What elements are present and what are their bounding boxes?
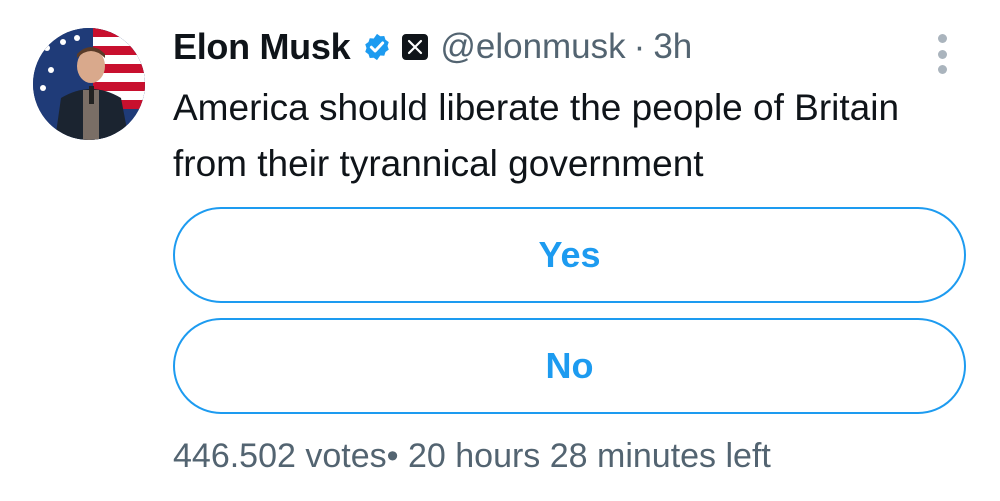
header-separator: ·: [633, 27, 646, 66]
poll-option-label: No: [545, 345, 594, 386]
poll-option-yes[interactable]: Yes: [173, 207, 966, 303]
avatar-photo: [33, 28, 145, 140]
poll-option-label: Yes: [538, 234, 601, 275]
tweet-text: America should liberate the people of Br…: [173, 87, 900, 184]
poll-footer-separator: •: [386, 437, 399, 475]
tweet-timestamp[interactable]: 3h: [653, 27, 692, 67]
verified-badge-icon[interactable]: [362, 32, 392, 62]
tweet-header: Elon Musk @elonmusk · 3h: [173, 22, 692, 72]
poll-time-left: 20 hours 28 minutes left: [407, 437, 771, 475]
poll-vote-count: 446.502 votes: [173, 437, 387, 475]
more-options-icon[interactable]: [930, 34, 954, 74]
author-name[interactable]: Elon Musk: [173, 26, 351, 68]
poll-option-no[interactable]: No: [173, 318, 966, 414]
author-avatar[interactable]: [33, 28, 145, 140]
poll-footer: 446.502 votes• 20 hours 28 minutes left: [173, 437, 771, 476]
more-dot: [937, 34, 947, 43]
more-dot: [937, 65, 947, 74]
more-dot: [937, 49, 947, 59]
author-handle[interactable]: @elonmusk: [440, 27, 625, 67]
x-logo-icon[interactable]: [402, 34, 429, 60]
